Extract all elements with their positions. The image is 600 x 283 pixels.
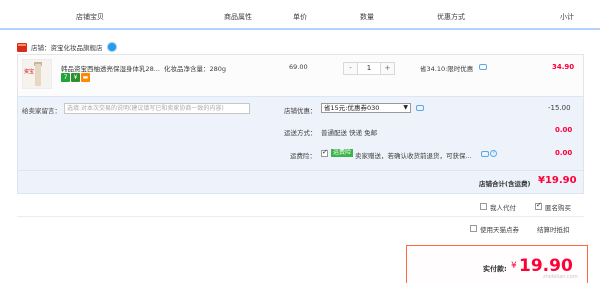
anonymous-checkbox[interactable] (535, 201, 542, 210)
help-question-icon[interactable]: ? (490, 150, 497, 157)
coupon-select[interactable]: 省15元:优惠券030 ▼ (321, 103, 411, 113)
header-col-quantity: 数量 (360, 13, 374, 21)
divider (17, 170, 584, 171)
payment-currency: ¥ (511, 261, 517, 271)
dropdown-arrow-icon: ▼ (403, 104, 408, 111)
anonymous-label[interactable]: 匿名购买 (545, 202, 571, 212)
shipping-value: 普通配送 快递 免邮 (321, 129, 378, 137)
message-label: 给卖家留言： (22, 107, 61, 115)
checkbox-checked-icon (535, 201, 542, 210)
thumb-tag: 资宝 (24, 69, 35, 75)
qty-minus-button[interactable]: - (344, 63, 357, 74)
wangwang-chat-icon[interactable] (106, 42, 117, 52)
insurance-tag: 运费险 (331, 149, 354, 157)
insurance-label: 运费险： (290, 152, 316, 160)
cart-header: 店铺宝贝 商品属性 单价 数量 优惠方式 小计 (0, 0, 600, 30)
qty-input[interactable]: 1 (357, 63, 381, 74)
insurance-checkbox[interactable] (321, 148, 328, 157)
seller-message-input[interactable]: 选填:对本次交易的说明(建议填写已和卖家协商一致的内容) (64, 103, 250, 114)
proxy-pay-checkbox[interactable] (480, 202, 487, 210)
item-unit-price: 69.00 (289, 63, 308, 71)
header-col-item: 店铺宝贝 (76, 13, 104, 21)
qty-plus-button[interactable]: + (381, 63, 394, 74)
insurance-chat-icon[interactable] (481, 151, 489, 157)
balance-note: 结算时抵扣 (537, 226, 570, 234)
shop-icon (17, 42, 27, 52)
insurance-text: 卖家赠送，若确认收货前退货，可获保... (355, 152, 472, 160)
tmall-points-label[interactable]: 使用天猫点券 (480, 224, 519, 234)
proxy-pay-label[interactable]: 我人代付 (490, 202, 516, 212)
header-col-discount: 优惠方式 (437, 13, 465, 21)
item-subtotal: 34.90 (552, 63, 575, 71)
header-col-subtotal: 小计 (560, 13, 574, 21)
shop-label: 店铺： (31, 44, 51, 52)
coupon-info-icon[interactable] (416, 105, 424, 111)
card-badge-icon: ▬ (81, 73, 90, 82)
checkbox-icon (480, 202, 487, 210)
item-badges: 7 ¥ ▬ (61, 73, 91, 82)
shop-total-amount: ¥19.90 (538, 175, 577, 186)
payment-amount: 19.90 (519, 256, 573, 276)
discount-info-icon[interactable] (479, 64, 487, 70)
product-thumbnail[interactable]: 资宝 (22, 59, 52, 89)
header-col-attribute: 商品属性 (224, 13, 252, 21)
bottle-shape (35, 64, 41, 86)
insurance-check-icon (321, 148, 328, 157)
coupon-selected-value: 省15元:优惠券030 (324, 104, 380, 112)
coupon-amount: -15.00 (548, 104, 571, 112)
coupon-label: 店铺优惠： (284, 107, 317, 115)
checkbox-icon (470, 224, 477, 232)
watermark: zhidelian.com (543, 274, 578, 280)
item-title-link[interactable]: 韩品资宝西柚透亮保湿身体乳28... (61, 63, 160, 73)
header-col-price: 单价 (293, 13, 307, 21)
insurance-amount: 0.00 (555, 149, 573, 157)
seven-day-return-badge-icon: 7 (61, 73, 70, 82)
shop-name-link[interactable]: 资宝化妆品旗舰店 (51, 42, 103, 52)
quantity-stepper: - 1 + (343, 62, 395, 75)
payment-label: 实付款: (483, 265, 507, 273)
shop-row: 店铺： 资宝化妆品旗舰店 (17, 40, 117, 54)
item-discount-text: 省34.10:限时优惠 (420, 65, 474, 73)
shipping-amount: 0.00 (555, 126, 573, 134)
shop-total-label: 店铺合计(含运费) (479, 180, 531, 188)
item-row (17, 54, 584, 96)
divider (17, 216, 584, 217)
item-attribute: 化妆品净含量：280g (164, 65, 227, 73)
guarantee-badge-icon: ¥ (71, 73, 80, 82)
tmall-points-checkbox[interactable] (470, 224, 477, 232)
shipping-label: 运送方式： (284, 129, 317, 137)
